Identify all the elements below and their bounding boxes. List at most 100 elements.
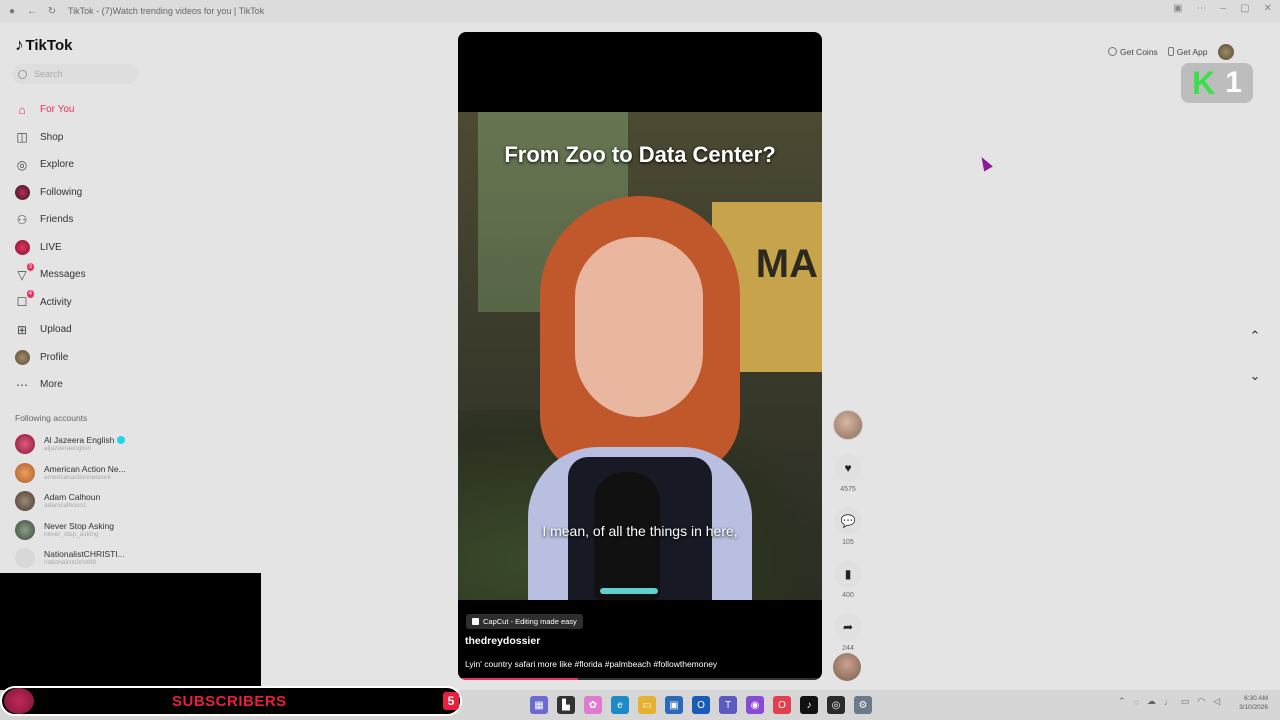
header-actions: Get Coins Get App <box>1108 44 1234 60</box>
nav-for-you[interactable]: ⌂ For You <box>14 96 86 124</box>
nav-more[interactable]: ⋯ More <box>14 371 86 399</box>
file-explorer-icon[interactable]: ▭ <box>638 696 656 714</box>
nav-shop[interactable]: ◫ Shop <box>14 124 86 152</box>
nav-label: Upload <box>40 324 72 336</box>
messages-badge: 3 <box>26 262 34 271</box>
maximize-icon[interactable]: ▢ <box>1240 3 1249 14</box>
friends-icon: ⚇ <box>16 212 28 227</box>
account-name: American Action Ne... <box>44 463 126 474</box>
nav-upload[interactable]: ⊞ Upload <box>14 316 86 344</box>
account-name: Al Jazeera English <box>44 435 115 446</box>
back-icon[interactable]: ← <box>24 3 40 19</box>
messenger-app-icon[interactable]: ◉ <box>746 696 764 714</box>
volume-icon[interactable]: ◁ <box>1213 696 1220 707</box>
tab-title[interactable]: TikTok - (7)Watch trending videos for yo… <box>68 6 264 16</box>
terminal-app-icon[interactable]: ▙ <box>557 696 575 714</box>
get-app-button[interactable]: Get App <box>1167 47 1208 57</box>
wifi-icon[interactable]: ◠ <box>1197 696 1205 707</box>
nav-friends[interactable]: ⚇ Friends <box>14 206 86 234</box>
chevron-up-icon[interactable]: ⌃ <box>1118 696 1126 707</box>
teams-app-icon[interactable]: T <box>719 696 737 714</box>
comment-icon[interactable]: 💬 <box>834 507 862 535</box>
save-action[interactable]: ▮ 400 <box>833 560 863 599</box>
avatar <box>15 519 35 540</box>
chevron-down-icon[interactable]: ⌄ <box>1247 368 1263 384</box>
share-icon[interactable]: ➦ <box>834 613 862 641</box>
menu-dots-icon[interactable]: ⋯ <box>1197 3 1207 14</box>
taskbar-clock[interactable]: 6:30 AM 3/10/2026 <box>1228 694 1268 712</box>
outlook-app-icon[interactable]: O <box>692 696 710 714</box>
account-username: adamcalhoun1 <box>44 502 87 510</box>
tiktok-app-icon[interactable]: ♪ <box>800 696 818 714</box>
account-item[interactable]: Al Jazeera English aljazeeraenglish <box>15 430 126 459</box>
browser-icon[interactable]: ● <box>4 3 20 19</box>
split-view-icon[interactable]: ▣ <box>1173 3 1182 14</box>
edge-app-icon[interactable]: e <box>611 696 629 714</box>
account-item[interactable]: Adam Calhoun adamcalhoun1 <box>15 487 126 516</box>
bookmark-icon[interactable]: ▮ <box>834 560 862 588</box>
opera-app-icon[interactable]: O <box>773 696 791 714</box>
like-action[interactable]: ♥ 4575 <box>833 454 863 493</box>
copilot-app-icon[interactable]: ✿ <box>584 696 602 714</box>
chrome-app-icon[interactable]: ◎ <box>827 696 845 714</box>
account-name: Never Stop Asking <box>44 520 114 531</box>
search-input[interactable]: Search <box>12 64 138 84</box>
chevron-up-icon[interactable]: ⌃ <box>1247 328 1263 344</box>
comment-action[interactable]: 💬 105 <box>833 507 863 546</box>
video-author[interactable]: thedreydossier <box>465 635 540 647</box>
creator-avatar[interactable] <box>833 410 863 440</box>
upload-icon: ⊞ <box>16 322 28 337</box>
following-accounts-heading: Following accounts <box>15 413 88 423</box>
save-count: 400 <box>842 592 854 599</box>
mic-icon[interactable]: ♩ <box>1164 697 1173 707</box>
account-item[interactable]: American Action Ne... americanactionnetw… <box>15 459 126 488</box>
nav-live[interactable]: LIVE <box>14 234 86 262</box>
comment-count: 105 <box>842 539 854 546</box>
minimize-icon[interactable]: – <box>1221 3 1227 14</box>
profile-avatar-icon <box>14 349 30 365</box>
window-controls: ▣ ⋯ – ▢ ✕ <box>1173 3 1272 14</box>
logo-text: TikTok <box>25 36 73 54</box>
capcut-icon <box>472 618 479 625</box>
video-progress-bar[interactable] <box>458 678 822 680</box>
reload-icon[interactable]: ↻ <box>44 3 60 19</box>
user-avatar[interactable] <box>1217 44 1234 60</box>
more-icon: ⋯ <box>16 377 28 392</box>
avatar <box>15 434 35 455</box>
store-app-icon[interactable]: ▣ <box>665 696 683 714</box>
close-icon[interactable]: ✕ <box>1264 3 1272 14</box>
nav-following[interactable]: Following <box>14 179 86 207</box>
account-item[interactable]: NationalistCHRISTI... nationalistchrist8… <box>15 544 126 573</box>
following-accounts-list: Al Jazeera English aljazeeraenglish Amer… <box>15 430 126 573</box>
following-avatar-icon <box>14 184 30 200</box>
nav-activity[interactable]: ☐ 4 Activity <box>14 289 86 317</box>
network-icon[interactable]: ◌ <box>1134 697 1139 707</box>
get-coins-button[interactable]: Get Coins <box>1108 47 1158 57</box>
phone-icon <box>1167 47 1174 56</box>
nav-explore[interactable]: ◎ Explore <box>14 151 86 179</box>
heart-icon[interactable]: ♥ <box>834 454 862 482</box>
nav-profile[interactable]: Profile <box>14 344 86 372</box>
cloud-icon[interactable]: ☁ <box>1147 696 1156 707</box>
like-count: 4575 <box>840 486 856 493</box>
nav-label: Profile <box>40 351 69 363</box>
shopping-bag-icon: ◫ <box>16 130 28 145</box>
tiktok-logo[interactable]: ♪ TikTok <box>15 35 72 55</box>
share-count: 244 <box>842 645 854 652</box>
progress-fill <box>458 678 579 680</box>
account-item[interactable]: Never Stop Asking never_stop_asking <box>15 516 126 545</box>
nav-messages[interactable]: ▽ 3 Messages <box>14 261 86 289</box>
share-action[interactable]: ➦ 244 <box>833 613 863 652</box>
video-subtitle: I mean, of all the things in here, <box>542 523 738 539</box>
capcut-tag[interactable]: CapCut - Editing made easy <box>466 614 583 629</box>
channel-avatar <box>4 688 34 714</box>
settings-app-icon[interactable]: ⚙ <box>854 696 872 714</box>
display-icon[interactable]: ▭ <box>1181 696 1190 707</box>
photos-app-icon[interactable]: ▦ <box>530 696 548 714</box>
music-disc-avatar[interactable] <box>833 653 861 681</box>
taskbar-apps: ▦ ▙ ✿ e ▭ ▣ O T ◉ O ♪ ◎ ⚙ <box>530 696 872 714</box>
video-description[interactable]: Lyin' country safari more like #florida … <box>465 659 717 669</box>
subscribers-overlay: SUBSCRIBERS 5 <box>0 686 462 716</box>
nav-label: LIVE <box>40 241 62 253</box>
video-player[interactable]: MA From Zoo to Data Center? I mean, of a… <box>458 32 822 680</box>
